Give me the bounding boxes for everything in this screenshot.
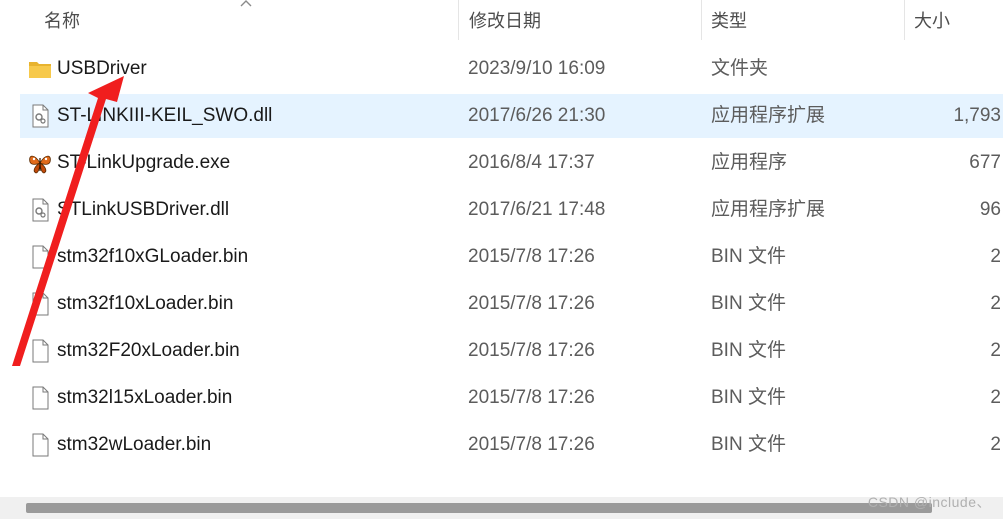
file-row-stm32wloader-bin[interactable]: stm32wLoader.bin 2015/7/8 17:26 BIN 文件 2 bbox=[20, 423, 1003, 467]
file-size: 2 bbox=[990, 340, 1001, 361]
file-date: 2017/6/26 21:30 bbox=[468, 105, 606, 126]
file-size: 1,793 bbox=[953, 105, 1001, 126]
dll-file-icon bbox=[32, 104, 49, 128]
file-date: 2015/7/8 17:26 bbox=[468, 434, 595, 455]
file-row-stlinkusbdriver-dll[interactable]: STLinkUSBDriver.dll 2017/6/21 17:48 应用程序… bbox=[20, 188, 1003, 232]
butterfly-app-icon bbox=[29, 155, 51, 174]
file-type: BIN 文件 bbox=[711, 246, 786, 267]
blank-file-icon bbox=[32, 433, 49, 457]
column-name-header[interactable]: 名称 bbox=[44, 8, 80, 34]
file-type: BIN 文件 bbox=[711, 387, 786, 408]
file-type: BIN 文件 bbox=[711, 340, 786, 361]
file-name: stm32wLoader.bin bbox=[57, 434, 212, 455]
file-row-stm32f10xloader-bin[interactable]: stm32f10xLoader.bin 2015/7/8 17:26 BIN 文… bbox=[20, 282, 1003, 326]
file-name: stm32l15xLoader.bin bbox=[57, 387, 233, 408]
column-separator[interactable] bbox=[904, 0, 905, 40]
column-header: 名称 修改日期 类型 大小 bbox=[0, 0, 1003, 40]
file-row-stm32f10xgloader-bin[interactable]: stm32f10xGLoader.bin 2015/7/8 17:26 BIN … bbox=[20, 235, 1003, 279]
file-date: 2015/7/8 17:26 bbox=[468, 387, 595, 408]
file-date: 2017/6/21 17:48 bbox=[468, 199, 606, 220]
file-name: USBDriver bbox=[57, 58, 147, 79]
file-name: stm32F20xLoader.bin bbox=[57, 340, 240, 361]
file-date: 2016/8/4 17:37 bbox=[468, 152, 595, 173]
file-size: 677 bbox=[969, 152, 1001, 173]
file-row-stlink-keil-dll[interactable]: ST-LINKIII-KEIL_SWO.dll 2017/6/26 21:30 … bbox=[20, 94, 1003, 138]
column-size-header[interactable]: 大小 bbox=[914, 8, 950, 34]
file-date: 2015/7/8 17:26 bbox=[468, 340, 595, 361]
file-size: 2 bbox=[990, 434, 1001, 455]
folder-icon bbox=[29, 62, 51, 78]
column-separator[interactable] bbox=[701, 0, 702, 40]
file-type: BIN 文件 bbox=[711, 434, 786, 455]
file-name: stm32f10xLoader.bin bbox=[57, 293, 234, 314]
file-date: 2015/7/8 17:26 bbox=[468, 293, 595, 314]
file-name: STLinkUSBDriver.dll bbox=[57, 199, 230, 220]
file-size: 96 bbox=[979, 199, 1001, 220]
file-name: ST-LINKIII-KEIL_SWO.dll bbox=[57, 105, 273, 126]
file-size: 2 bbox=[990, 293, 1001, 314]
file-type: 应用程序扩展 bbox=[711, 199, 826, 220]
file-type: BIN 文件 bbox=[711, 293, 786, 314]
column-type-header[interactable]: 类型 bbox=[711, 8, 747, 34]
column-separator[interactable] bbox=[458, 0, 459, 40]
horizontal-scrollbar-thumb[interactable] bbox=[26, 503, 932, 513]
file-row-stm32f20xloader-bin[interactable]: stm32F20xLoader.bin 2015/7/8 17:26 BIN 文… bbox=[20, 329, 1003, 373]
dll-file-icon bbox=[32, 198, 49, 222]
file-type: 应用程序 bbox=[711, 152, 788, 173]
blank-file-icon bbox=[32, 386, 49, 410]
blank-file-icon bbox=[32, 339, 49, 363]
blank-file-icon bbox=[32, 245, 49, 269]
sort-ascending-icon bbox=[240, 0, 252, 7]
file-size: 2 bbox=[990, 246, 1001, 267]
file-name: stm32f10xGLoader.bin bbox=[57, 246, 249, 267]
file-row-stlinkupgrade-exe[interactable]: ST-LinkUpgrade.exe 2016/8/4 17:37 应用程序 6… bbox=[20, 141, 1003, 185]
file-size: 2 bbox=[990, 387, 1001, 408]
file-row-usbdriver[interactable]: USBDriver 2023/9/10 16:09 文件夹 bbox=[20, 47, 1003, 91]
file-date: 2023/9/10 16:09 bbox=[468, 58, 606, 79]
column-date-header[interactable]: 修改日期 bbox=[469, 8, 541, 34]
file-date: 2015/7/8 17:26 bbox=[468, 246, 595, 267]
watermark: CSDN @include、 bbox=[867, 494, 991, 510]
file-name: ST-LinkUpgrade.exe bbox=[57, 152, 231, 173]
blank-file-icon bbox=[32, 292, 49, 316]
file-type: 文件夹 bbox=[711, 58, 769, 79]
file-row-stm32l15xloader-bin[interactable]: stm32l15xLoader.bin 2015/7/8 17:26 BIN 文… bbox=[20, 376, 1003, 420]
file-type: 应用程序扩展 bbox=[711, 105, 826, 126]
